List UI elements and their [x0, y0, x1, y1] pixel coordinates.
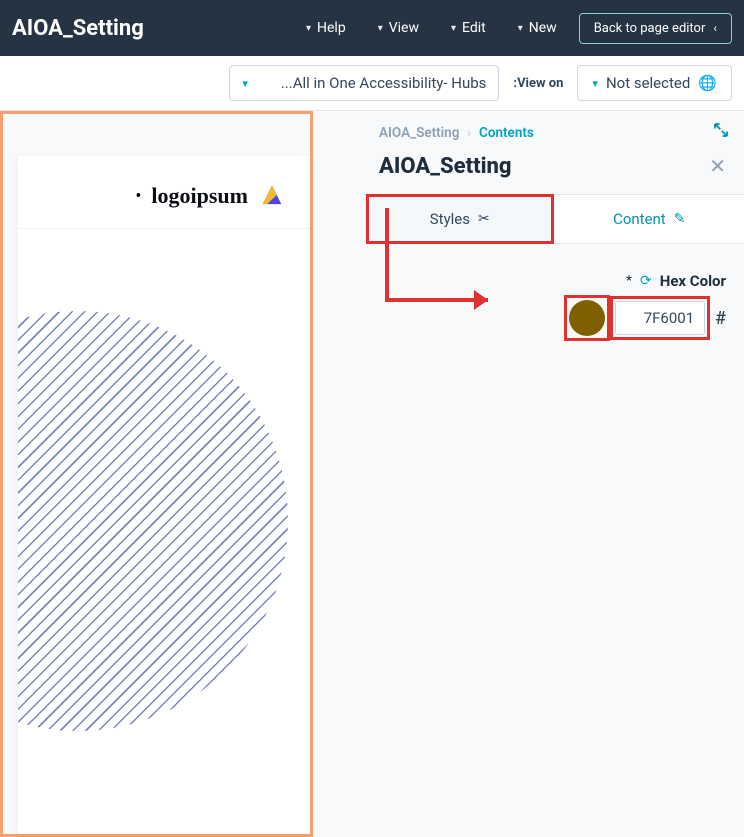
domain-selector-label: Not selected: [606, 74, 690, 92]
crumb-current: AIOA_Setting: [379, 125, 459, 141]
tab-styles-label: Styles: [430, 210, 470, 228]
view-on-select[interactable]: All in One Accessibility- Hubs... ▾: [229, 65, 499, 101]
pencil-icon: ✎: [674, 211, 686, 227]
view-on-label: View on:: [513, 76, 563, 91]
inspector-panel: Contents ‹ AIOA_Setting ✕ AIOA_Setting ✎…: [365, 111, 744, 837]
tab-content-label: Content: [613, 210, 666, 228]
hex-color-label: Hex Color: [660, 272, 726, 290]
close-icon[interactable]: ✕: [705, 150, 730, 182]
tab-content[interactable]: ✎ Content: [555, 195, 744, 243]
logo-dot: •: [135, 186, 141, 207]
menu-view-label: View: [389, 20, 419, 36]
mock-page: logoipsum •: [18, 156, 310, 834]
caret-down-icon: ▾: [451, 23, 456, 34]
inspector-title: AIOA_Setting: [379, 154, 512, 179]
caret-down-icon: ▾: [592, 77, 598, 90]
expand-svg-icon: [712, 121, 730, 139]
menu-new[interactable]: New ▾: [508, 14, 567, 42]
chevron-right-icon: ›: [713, 21, 717, 35]
back-button-label: Back to page editor: [594, 21, 706, 36]
domain-selector[interactable]: 🌐 Not selected ▾: [577, 65, 732, 101]
preview-pane: logoipsum •: [0, 111, 365, 837]
required-star: *: [626, 273, 632, 289]
toolbar: 🌐 Not selected ▾ View on: All in One Acc…: [0, 56, 744, 111]
hash-sign: #: [715, 308, 726, 329]
inspector-top-row: Contents ‹ AIOA_Setting: [365, 111, 744, 144]
tabs: ✎ Content ✂ Styles: [365, 194, 744, 244]
chevron-left-icon: ‹: [467, 126, 471, 140]
menu-help[interactable]: Help ▾: [296, 14, 356, 42]
page-title: AIOA_Setting: [12, 16, 144, 41]
menu-edit-label: Edit: [462, 20, 486, 36]
expand-icon[interactable]: [712, 121, 730, 144]
breadcrumb: Contents ‹ AIOA_Setting: [379, 125, 534, 141]
caret-down-icon: ▾: [242, 77, 248, 90]
caret-down-icon: ▾: [378, 23, 383, 34]
brush-icon: ✂: [478, 211, 490, 227]
view-on-value: All in One Accessibility- Hubs...: [281, 74, 487, 92]
logo-mark-icon: [258, 182, 286, 210]
caret-down-icon: ▾: [518, 23, 523, 34]
refresh-icon[interactable]: ⟳: [640, 273, 652, 289]
main-area: Contents ‹ AIOA_Setting ✕ AIOA_Setting ✎…: [0, 111, 744, 837]
caret-down-icon: ▾: [306, 23, 311, 34]
logo-text: logoipsum: [151, 183, 248, 209]
top-bar: › Back to page editor New ▾ Edit ▾ View …: [0, 0, 744, 56]
menu-new-label: New: [529, 20, 557, 36]
preview-frame: logoipsum •: [0, 111, 313, 837]
hex-color-field: Hex Color ⟳ * #: [365, 244, 744, 364]
inspector-title-row: ✕ AIOA_Setting: [365, 144, 744, 194]
menu-view[interactable]: View ▾: [368, 14, 429, 42]
hex-color-input[interactable]: [615, 301, 705, 335]
mock-header: logoipsum •: [18, 156, 310, 229]
globe-icon: 🌐: [698, 74, 717, 92]
decorative-blob: [18, 311, 288, 731]
back-to-editor-button[interactable]: › Back to page editor: [579, 13, 732, 44]
menu-help-label: Help: [317, 20, 346, 36]
menu-edit[interactable]: Edit ▾: [441, 14, 496, 42]
crumb-contents[interactable]: Contents: [479, 125, 534, 141]
color-swatch[interactable]: [569, 300, 605, 336]
tab-styles[interactable]: ✂ Styles: [365, 195, 555, 243]
